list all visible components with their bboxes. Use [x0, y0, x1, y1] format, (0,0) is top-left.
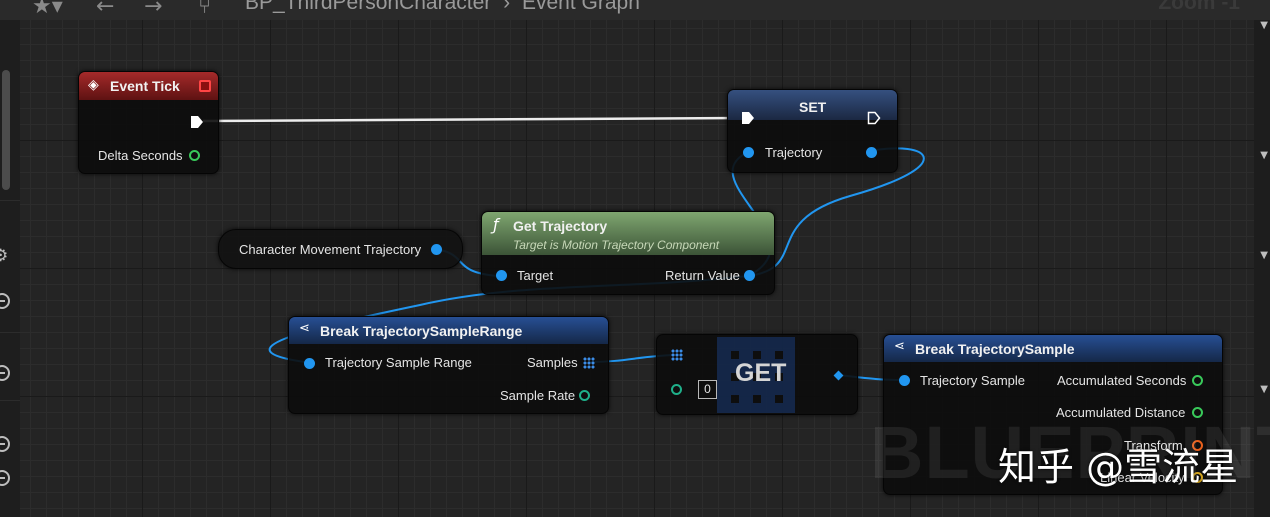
remove-icon[interactable] [0, 365, 10, 381]
breadcrumb-blueprint[interactable]: BP_ThirdPersonCharacter [245, 0, 491, 14]
exec-out-pin[interactable] [190, 115, 204, 129]
node-title: Break TrajectorySampleRange [320, 323, 523, 339]
get-trajectory-node[interactable]: ƒ Get Trajectory Target is Motion Trajec… [481, 211, 775, 295]
source-credit: 知乎 @雪流星 [998, 445, 1239, 489]
trajectory-sample-label: Trajectory Sample [920, 373, 1025, 388]
remove-icon[interactable] [0, 470, 10, 486]
back-arrow-icon[interactable]: ← [96, 0, 114, 19]
exec-out-pin[interactable] [867, 111, 881, 125]
variable-output-pin[interactable] [431, 244, 442, 255]
node-title: Event Tick [110, 78, 180, 94]
chevron-down-icon[interactable]: ▼ [1260, 384, 1268, 395]
gear-icon[interactable]: ⚙ [0, 246, 8, 266]
event-tick-node[interactable]: ◈ Event Tick Delta Seconds [78, 71, 219, 174]
return-value-label: Return Value [665, 268, 740, 283]
array-get-node[interactable]: GET 0 [656, 334, 858, 415]
array-output-pin[interactable] [833, 370, 844, 381]
breadcrumb-graph: Event Graph [521, 0, 640, 14]
chevron-down-icon[interactable]: ▼ [1260, 20, 1268, 31]
trajectory-input-pin[interactable] [743, 147, 754, 158]
trajectory-sample-range-label: Trajectory Sample Range [325, 355, 472, 370]
break-trajectory-sample-range-node[interactable]: ⋖ Break TrajectorySampleRange Trajectory… [288, 316, 609, 414]
variable-label: Character Movement Trajectory [239, 242, 422, 257]
sample-rate-pin[interactable] [579, 390, 590, 401]
trajectory-sample-pin[interactable] [899, 375, 910, 386]
function-icon: ƒ [493, 215, 499, 234]
break-struct-icon: ⋖ [894, 339, 905, 354]
delta-seconds-pin[interactable] [189, 150, 200, 161]
remove-icon[interactable] [0, 293, 10, 309]
hierarchy-icon[interactable]: ⑂ [198, 0, 211, 19]
samples-label: Samples [527, 355, 578, 370]
panel-divider [0, 400, 20, 401]
return-value-pin[interactable] [744, 270, 755, 281]
accumulated-seconds-label: Accumulated Seconds [1057, 373, 1187, 388]
node-title: SET [799, 99, 827, 115]
chevron-down-icon[interactable]: ▼ [1260, 150, 1268, 161]
node-subtitle: Target is Motion Trajectory Component [513, 238, 720, 252]
bookmark-icon[interactable]: ★▾ [32, 0, 63, 19]
trajectory-sample-range-pin[interactable] [304, 358, 315, 369]
zoom-level: Zoom -1 [1158, 0, 1240, 14]
panel-divider [0, 332, 20, 333]
index-pin[interactable] [671, 384, 682, 395]
breadcrumb-separator: › [503, 0, 511, 14]
set-node[interactable]: SET Trajectory [727, 89, 898, 173]
node-title: Break TrajectorySample [915, 341, 1075, 357]
remove-icon[interactable] [0, 436, 10, 452]
delta-seconds-label: Delta Seconds [98, 148, 183, 163]
array-input-pin[interactable] [671, 349, 683, 361]
node-title: GET [735, 359, 787, 387]
index-input[interactable]: 0 [698, 380, 717, 399]
trajectory-label: Trajectory [765, 145, 823, 160]
target-label: Target [517, 268, 554, 283]
target-pin[interactable] [496, 270, 507, 281]
break-struct-icon: ⋖ [299, 321, 310, 336]
character-movement-trajectory-node[interactable]: Character Movement Trajectory [218, 229, 463, 269]
accumulated-seconds-pin[interactable] [1192, 375, 1203, 386]
node-title: Get Trajectory [513, 218, 608, 234]
left-side-panel: ⚙ [0, 20, 20, 517]
event-icon: ◈ [88, 77, 99, 93]
breadcrumb: BP_ThirdPersonCharacter › Event Graph [245, 0, 640, 15]
trajectory-output-pin[interactable] [866, 147, 877, 158]
delegate-pin[interactable] [199, 80, 211, 92]
panel-divider [0, 200, 20, 201]
forward-arrow-icon[interactable]: → [144, 0, 162, 19]
left-scrollbar[interactable] [2, 70, 10, 190]
samples-array-pin[interactable] [583, 357, 595, 369]
exec-in-pin[interactable] [741, 111, 755, 125]
sample-rate-label: Sample Rate [500, 388, 576, 403]
chevron-down-icon[interactable]: ▼ [1260, 250, 1268, 261]
graph-toolbar: ★▾ ← → ⑂ BP_ThirdPersonCharacter › Event… [0, 0, 1270, 20]
